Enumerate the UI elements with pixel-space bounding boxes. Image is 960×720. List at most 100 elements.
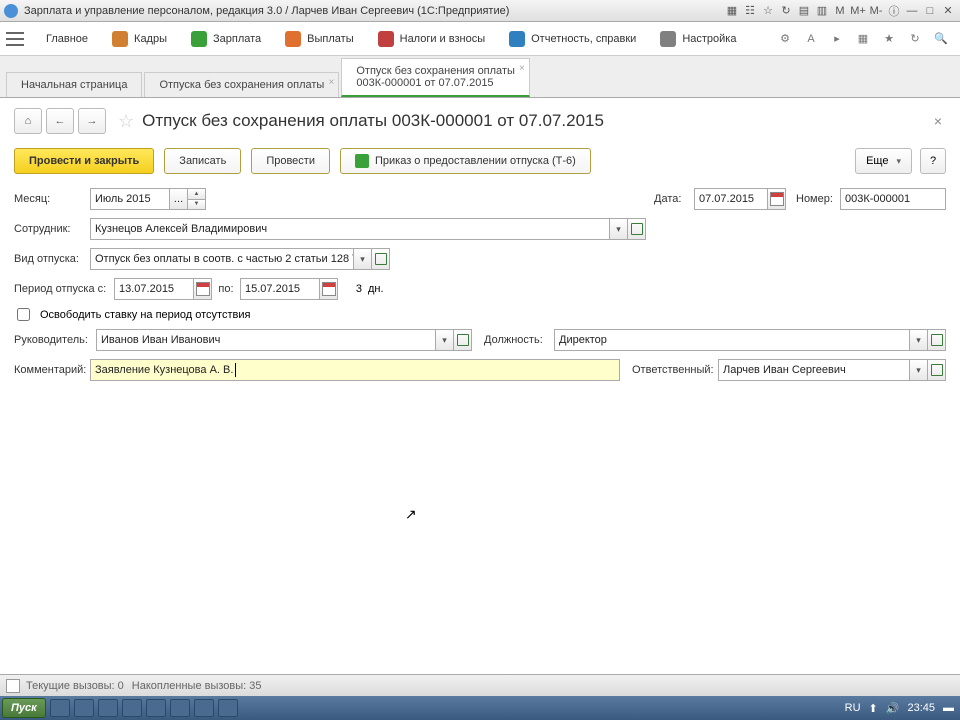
money-icon xyxy=(191,31,207,47)
sys-m[interactable]: M xyxy=(832,4,848,18)
hamburger-icon[interactable] xyxy=(6,32,24,46)
period-from-calendar-button[interactable] xyxy=(194,278,212,300)
search-icon[interactable]: 🔍 xyxy=(931,29,951,49)
font-icon[interactable]: A xyxy=(801,29,821,49)
menu-vyplaty[interactable]: Выплаты xyxy=(273,22,365,55)
help-button[interactable]: ? xyxy=(920,148,946,174)
sys-m-plus[interactable]: M+ xyxy=(850,4,866,18)
percent-icon xyxy=(378,31,394,47)
responsible-input[interactable]: Ларчев Иван Сергеевич xyxy=(718,359,910,381)
menu-nastroika[interactable]: Настройка xyxy=(648,22,748,55)
menu-kadry[interactable]: Кадры xyxy=(100,22,179,55)
sys-icon[interactable]: ▦ xyxy=(724,4,740,18)
label-period-from: Период отпуска с: xyxy=(14,283,114,295)
sys-m-minus[interactable]: M- xyxy=(868,4,884,18)
forward-button[interactable]: → xyxy=(78,108,106,134)
period-from-input[interactable]: 13.07.2015 xyxy=(114,278,194,300)
responsible-open-button[interactable] xyxy=(928,359,946,381)
favorite-star-icon[interactable]: ☆ xyxy=(118,111,134,132)
task-icon[interactable] xyxy=(74,699,94,717)
gear-icon[interactable]: ⚙ xyxy=(775,29,795,49)
date-calendar-button[interactable] xyxy=(768,188,786,210)
position-input[interactable]: Директор xyxy=(554,329,910,351)
label-free-rate: Освободить ставку на период отсутствия xyxy=(40,309,250,321)
window-titlebar: Зарплата и управление персоналом, редакц… xyxy=(0,0,960,22)
system-tray: RU ⬆ 🔊 23:45 ▬ xyxy=(841,702,958,715)
label-position: Должность: xyxy=(484,334,554,346)
position-dropdown-button[interactable]: ▾ xyxy=(910,329,928,351)
tray-icon[interactable]: ▬ xyxy=(943,702,954,714)
task-icon[interactable] xyxy=(122,699,142,717)
period-to-calendar-button[interactable] xyxy=(320,278,338,300)
taskbar: Пуск RU ⬆ 🔊 23:45 ▬ xyxy=(0,696,960,720)
menu-main[interactable]: Главное xyxy=(34,22,100,55)
task-icon[interactable] xyxy=(218,699,238,717)
task-icon[interactable] xyxy=(146,699,166,717)
post-and-close-button[interactable]: Провести и закрыть xyxy=(14,148,154,174)
history-icon[interactable]: ↻ xyxy=(905,29,925,49)
right-arrow-icon[interactable]: ▸ xyxy=(827,29,847,49)
employee-open-button[interactable] xyxy=(628,218,646,240)
tab-bar: Начальная страница Отпуска без сохранени… xyxy=(0,56,960,98)
apps-grid-icon[interactable]: ▦ xyxy=(853,29,873,49)
close-page-button[interactable]: × xyxy=(930,109,946,133)
vacation-type-open-button[interactable] xyxy=(372,248,390,270)
sys-icon[interactable]: ☷ xyxy=(742,4,758,18)
responsible-dropdown-button[interactable]: ▾ xyxy=(910,359,928,381)
lang-indicator[interactable]: RU xyxy=(845,702,861,714)
menu-nalogi[interactable]: Налоги и взносы xyxy=(366,22,498,55)
tab-start-page[interactable]: Начальная страница xyxy=(6,72,142,97)
minimize-button[interactable]: — xyxy=(904,4,920,18)
month-choose-button[interactable]: … xyxy=(170,188,188,210)
calendar-icon xyxy=(322,282,336,296)
more-button[interactable]: Еще xyxy=(855,148,912,174)
manager-open-button[interactable] xyxy=(454,329,472,351)
date-input[interactable]: 07.07.2015 xyxy=(694,188,768,210)
menu-zarplata[interactable]: Зарплата xyxy=(179,22,273,55)
sys-icon[interactable]: ☆ xyxy=(760,4,776,18)
tab-vacation-doc[interactable]: Отпуск без сохранения оплаты 003К-000001… xyxy=(341,58,530,97)
close-icon[interactable]: × xyxy=(519,63,525,74)
write-button[interactable]: Записать xyxy=(164,148,241,174)
print-order-button[interactable]: Приказ о предоставлении отпуска (Т-6) xyxy=(340,148,591,174)
label-comment: Комментарий: xyxy=(14,364,90,376)
label-number: Номер: xyxy=(796,193,840,205)
free-rate-checkbox[interactable] xyxy=(17,308,30,321)
period-to-input[interactable]: 15.07.2015 xyxy=(240,278,320,300)
task-icon[interactable] xyxy=(50,699,70,717)
task-icon[interactable] xyxy=(194,699,214,717)
tray-volume-icon[interactable]: 🔊 xyxy=(886,702,900,715)
sys-info-icon[interactable]: ⓘ xyxy=(886,4,902,18)
comment-input[interactable]: Заявление Кузнецова А. В. xyxy=(90,359,620,381)
menu-otchet[interactable]: Отчетность, справки xyxy=(497,22,648,55)
task-icon[interactable] xyxy=(98,699,118,717)
close-button[interactable]: ✕ xyxy=(940,4,956,18)
home-button[interactable]: ⌂ xyxy=(14,108,42,134)
manager-dropdown-button[interactable]: ▾ xyxy=(436,329,454,351)
position-open-button[interactable] xyxy=(928,329,946,351)
month-input[interactable]: Июль 2015 xyxy=(90,188,170,210)
tray-icon[interactable]: ⬆ xyxy=(869,702,878,715)
back-button[interactable]: ← xyxy=(46,108,74,134)
post-button[interactable]: Провести xyxy=(251,148,330,174)
sys-icon[interactable]: ↻ xyxy=(778,4,794,18)
employee-input[interactable]: Кузнецов Алексей Владимирович xyxy=(90,218,610,240)
vacation-type-input[interactable]: Отпуск без оплаты в соотв. с частью 2 ст… xyxy=(90,248,354,270)
task-icon[interactable] xyxy=(170,699,190,717)
number-input[interactable]: 003К-000001 xyxy=(840,188,946,210)
sys-icon[interactable]: ▥ xyxy=(814,4,830,18)
vacation-type-dropdown-button[interactable]: ▾ xyxy=(354,248,372,270)
start-button[interactable]: Пуск xyxy=(2,698,46,718)
maximize-button[interactable]: □ xyxy=(922,4,938,18)
manager-input[interactable]: Иванов Иван Иванович xyxy=(96,329,436,351)
tab-vacations-list[interactable]: Отпуска без сохранения оплаты× xyxy=(144,72,339,97)
tray-clock[interactable]: 23:45 xyxy=(907,702,935,714)
close-icon[interactable]: × xyxy=(329,77,335,88)
month-spinner[interactable]: ▲▼ xyxy=(188,188,206,210)
sys-icon[interactable]: ▤ xyxy=(796,4,812,18)
label-vacation-type: Вид отпуска: xyxy=(14,253,90,265)
star-icon[interactable]: ★ xyxy=(879,29,899,49)
employee-dropdown-button[interactable]: ▾ xyxy=(610,218,628,240)
status-bar: Текущие вызовы: 0 Накопленные вызовы: 35 xyxy=(0,674,960,696)
label-manager: Руководитель: xyxy=(14,334,96,346)
